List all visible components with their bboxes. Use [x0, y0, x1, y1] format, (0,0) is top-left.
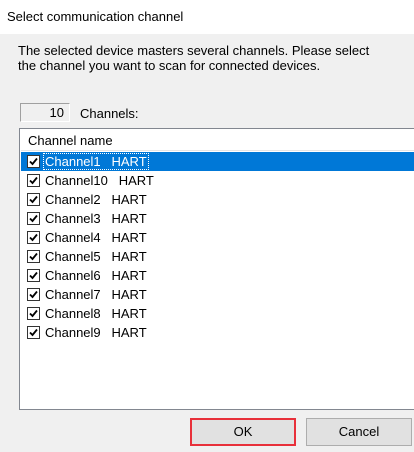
channel-label: Channel5 HART: [45, 249, 147, 264]
channel-list-item[interactable]: Channel8 HART: [21, 304, 414, 323]
dialog-description: The selected device masters several chan…: [18, 43, 370, 73]
channel-checkbox[interactable]: [27, 174, 40, 187]
channel-list-item[interactable]: Channel9 HART: [21, 323, 414, 342]
channel-checkbox[interactable]: [27, 212, 40, 225]
cancel-button[interactable]: Cancel: [306, 418, 412, 446]
channel-label: Channel1 HART: [43, 153, 149, 170]
channel-checkbox[interactable]: [27, 307, 40, 320]
channel-count-field: 10: [20, 103, 70, 122]
channel-list-item[interactable]: Channel2 HART: [21, 190, 414, 209]
ok-button[interactable]: OK: [190, 418, 296, 446]
channel-label: Channel3 HART: [45, 211, 147, 226]
channel-list[interactable]: Channel name Channel1 HART Channel10 HART…: [19, 128, 414, 410]
channel-list-item[interactable]: Channel6 HART: [21, 266, 414, 285]
channel-list-item[interactable]: Channel7 HART: [21, 285, 414, 304]
channel-checkbox[interactable]: [27, 269, 40, 282]
channel-label: Channel8 HART: [45, 306, 147, 321]
channel-label: Channel9 HART: [45, 325, 147, 340]
channel-checkbox[interactable]: [27, 326, 40, 339]
channel-checkbox[interactable]: [27, 193, 40, 206]
channel-list-item[interactable]: Channel5 HART: [21, 247, 414, 266]
channel-checkbox[interactable]: [27, 288, 40, 301]
channel-list-item[interactable]: Channel1 HART: [21, 152, 414, 171]
channel-checkbox[interactable]: [27, 231, 40, 244]
channel-label: Channel2 HART: [45, 192, 147, 207]
channel-count-label: Channels:: [80, 106, 139, 121]
dialog-title-bar: Select communication channel: [0, 0, 414, 34]
channel-label: Channel10 HART: [45, 173, 154, 188]
channel-list-item[interactable]: Channel4 HART: [21, 228, 414, 247]
channel-list-item[interactable]: Channel10 HART: [21, 171, 414, 190]
dialog-title: Select communication channel: [7, 9, 184, 24]
channel-checkbox[interactable]: [27, 155, 40, 168]
channel-label: Channel4 HART: [45, 230, 147, 245]
column-header-channel-name[interactable]: Channel name: [21, 130, 414, 151]
channel-checkbox[interactable]: [27, 250, 40, 263]
channel-list-item[interactable]: Channel3 HART: [21, 209, 414, 228]
channel-label: Channel6 HART: [45, 268, 147, 283]
column-header-label: Channel name: [28, 133, 113, 148]
channel-label: Channel7 HART: [45, 287, 147, 302]
